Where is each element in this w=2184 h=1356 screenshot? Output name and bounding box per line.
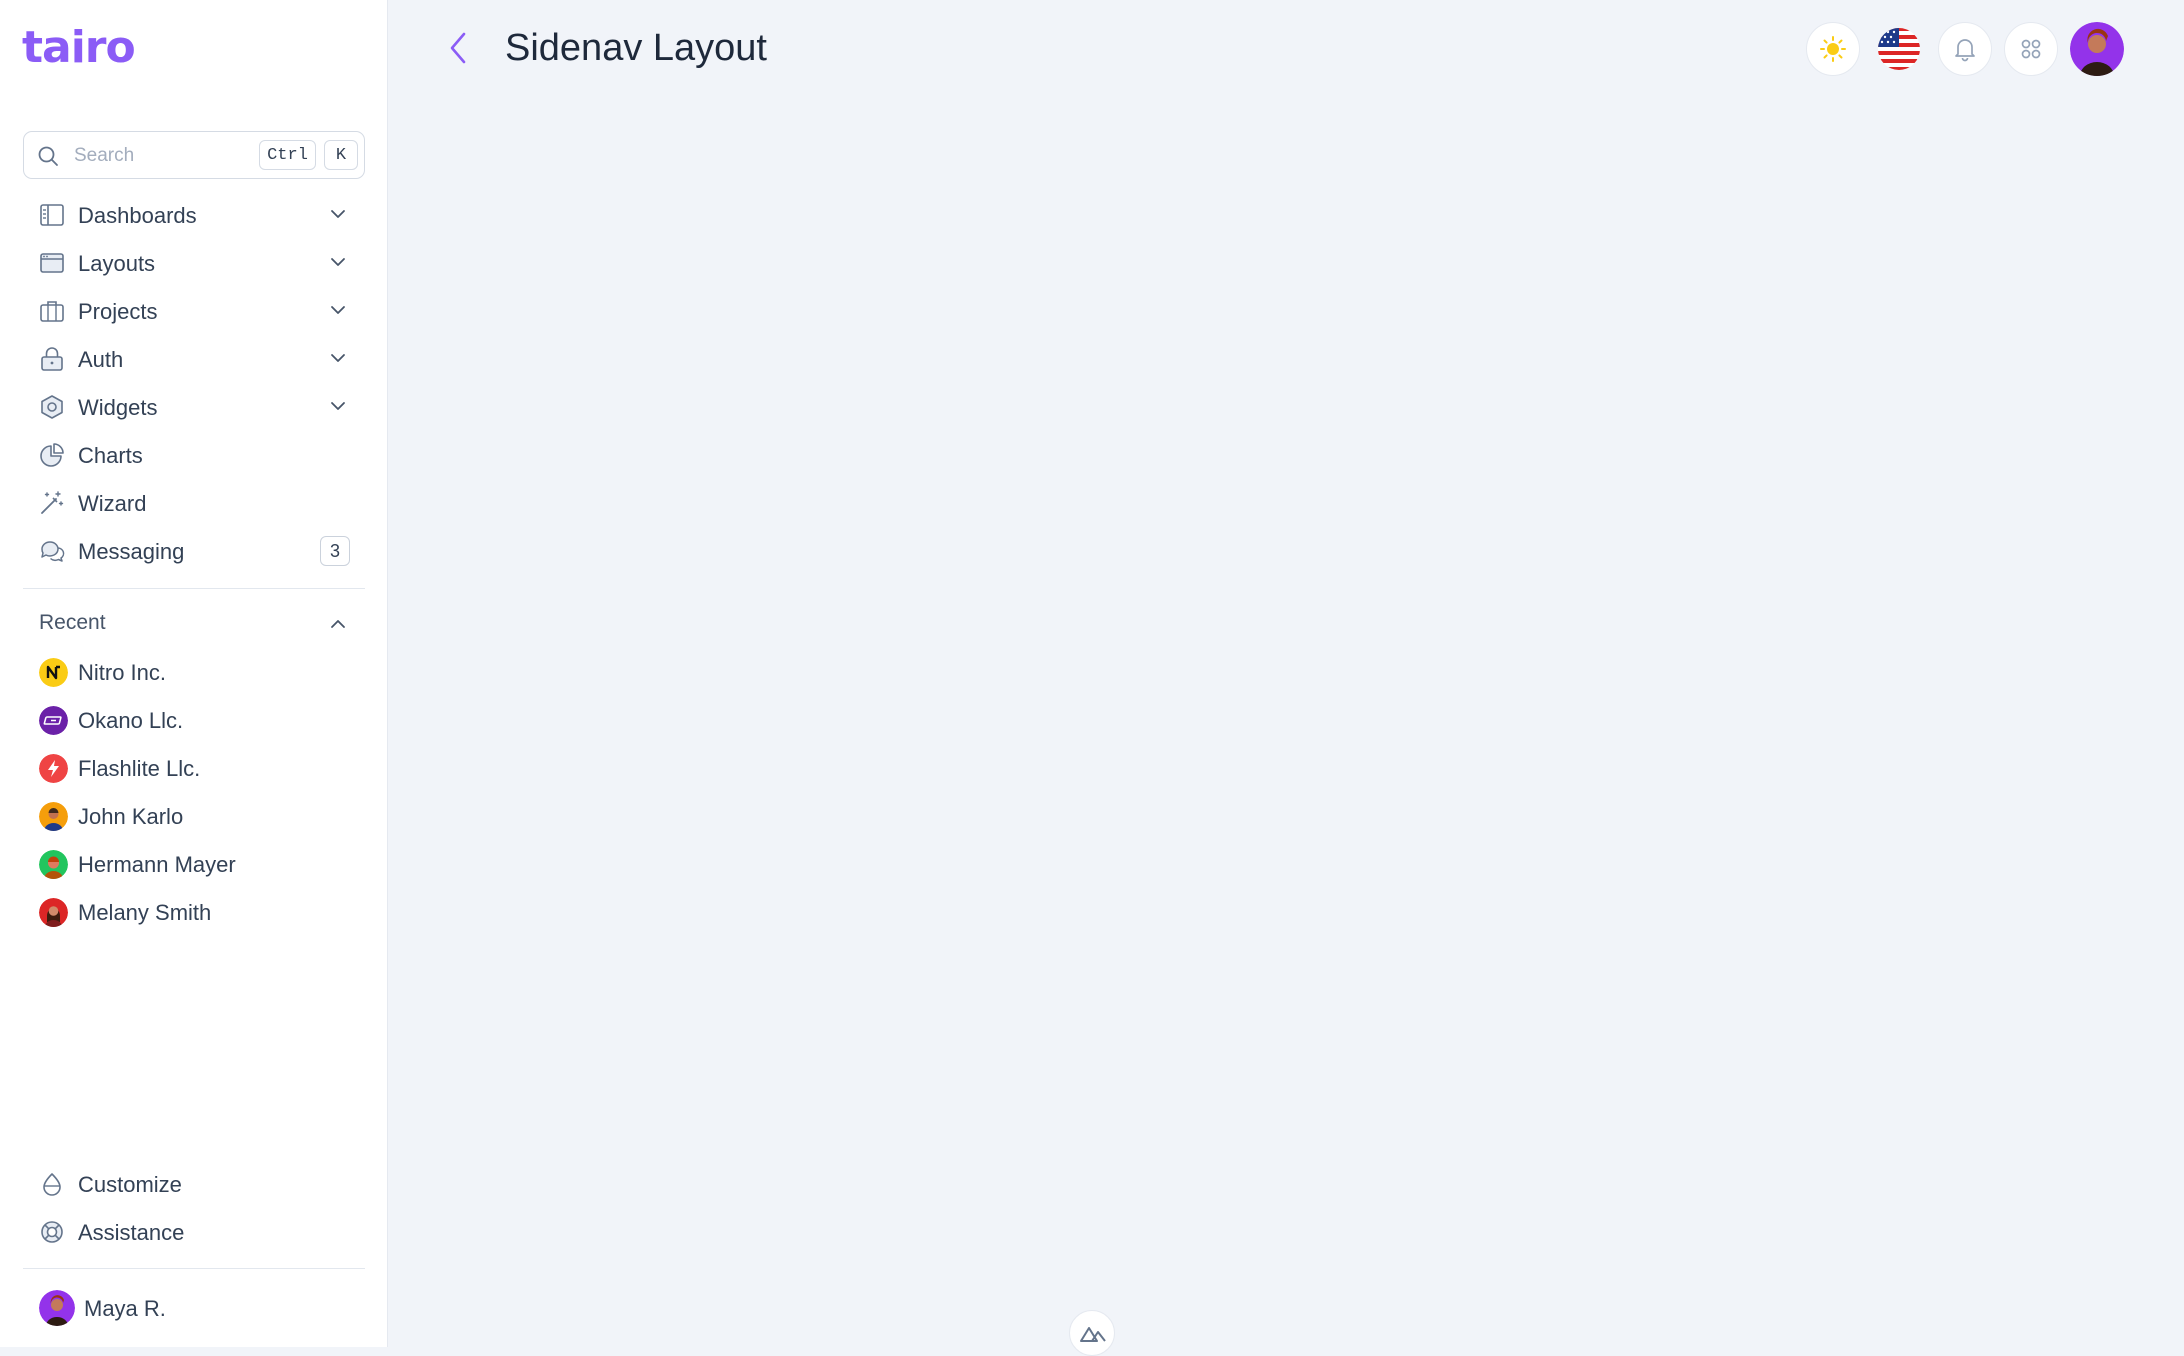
briefcase-icon xyxy=(39,298,65,324)
recent-section-toggle[interactable]: Recent xyxy=(23,606,365,642)
avatar xyxy=(39,898,68,927)
recent-label: Melany Smith xyxy=(78,900,212,925)
user-avatar xyxy=(39,1290,75,1326)
nav-item-charts[interactable]: Charts xyxy=(23,432,365,476)
apps-button[interactable] xyxy=(2004,22,2058,76)
hexagon-icon xyxy=(39,394,65,420)
page-title: Sidenav Layout xyxy=(505,27,767,69)
nav-label-layouts: Layouts xyxy=(78,251,156,276)
tairo-logo[interactable]: tairo xyxy=(22,26,136,70)
recent-label: John Karlo xyxy=(78,804,184,829)
search-input[interactable] xyxy=(72,142,266,170)
chevron-down-icon xyxy=(328,252,348,277)
user-profile-menu[interactable]: Maya R. xyxy=(23,1286,365,1330)
chevron-down-icon xyxy=(328,204,348,229)
nav-item-dashboards[interactable]: Dashboards xyxy=(23,192,365,236)
nav-label-customize: Customize xyxy=(78,1172,182,1197)
drop-icon xyxy=(39,1171,65,1197)
avatar xyxy=(39,850,68,879)
search-box[interactable]: Ctrl K xyxy=(23,131,365,179)
chevron-up-icon xyxy=(328,614,348,639)
recent-item-hermann-mayer[interactable]: Hermann Mayer xyxy=(23,843,365,885)
chat-icon xyxy=(39,538,65,564)
lock-icon xyxy=(39,346,65,372)
recent-label: Flashlite Llc. xyxy=(78,756,201,781)
nav-label-assistance: Assistance xyxy=(78,1220,185,1245)
chevron-down-icon xyxy=(328,300,348,325)
nav-item-customize[interactable]: Customize xyxy=(23,1161,365,1205)
nav-item-messaging[interactable]: Messaging 3 xyxy=(23,528,365,572)
back-button[interactable] xyxy=(442,28,478,68)
pie-chart-icon xyxy=(39,442,65,468)
theme-toggle-button[interactable] xyxy=(1806,22,1860,76)
nav-item-widgets[interactable]: Widgets xyxy=(23,384,365,428)
divider xyxy=(23,1268,365,1269)
sidebar: tairo Ctrl K Dashboards Layouts Projects xyxy=(0,0,388,1347)
nav-label-auth: Auth xyxy=(78,347,124,372)
nav-label-projects: Projects xyxy=(78,299,158,324)
devtools-button[interactable] xyxy=(1069,1310,1115,1356)
recent-item-flashlite[interactable]: Flashlite Llc. xyxy=(23,747,365,789)
nav-label-charts: Charts xyxy=(78,443,143,468)
avatar xyxy=(39,802,68,831)
recent-label: Nitro Inc. xyxy=(78,660,167,685)
language-button[interactable] xyxy=(1872,22,1926,76)
nav-item-auth[interactable]: Auth xyxy=(23,336,365,380)
user-name: Maya R. xyxy=(84,1296,166,1321)
shortcut-key-k: K xyxy=(324,140,358,170)
account-menu-avatar[interactable] xyxy=(2070,22,2124,76)
chevron-down-icon xyxy=(328,348,348,373)
chevron-down-icon xyxy=(328,396,348,421)
nitro-logo-avatar xyxy=(39,658,68,687)
nav-item-wizard[interactable]: Wizard xyxy=(23,480,365,524)
lifebuoy-icon xyxy=(39,1219,65,1245)
flashlite-logo-avatar xyxy=(39,754,68,783)
recent-label: Okano Llc. xyxy=(78,708,184,733)
nav-label-widgets: Widgets xyxy=(78,395,158,420)
recent-item-nitro[interactable]: Nitro Inc. xyxy=(23,651,365,693)
nav-item-assistance[interactable]: Assistance xyxy=(23,1209,365,1253)
recent-item-melany-smith[interactable]: Melany Smith xyxy=(23,891,365,933)
recent-item-john-karlo[interactable]: John Karlo xyxy=(23,795,365,837)
nav-label-wizard: Wizard xyxy=(78,491,147,516)
nav-label-messaging: Messaging xyxy=(78,539,185,564)
divider xyxy=(23,588,365,589)
unread-count-badge: 3 xyxy=(320,536,350,566)
search-icon xyxy=(37,145,59,172)
dashboard-icon xyxy=(39,202,65,228)
nav-label-dashboards: Dashboards xyxy=(78,203,197,228)
okano-logo-avatar xyxy=(39,706,68,735)
nav-item-projects[interactable]: Projects xyxy=(23,288,365,332)
recent-label: Hermann Mayer xyxy=(78,852,236,877)
recent-item-okano[interactable]: Okano Llc. xyxy=(23,699,365,741)
magic-wand-icon xyxy=(39,490,65,516)
layout-icon xyxy=(39,250,65,276)
notifications-button[interactable] xyxy=(1938,22,1992,76)
nav-item-layouts[interactable]: Layouts xyxy=(23,240,365,284)
recent-header-label: Recent xyxy=(39,611,106,634)
shortcut-key-ctrl: Ctrl xyxy=(259,140,316,170)
